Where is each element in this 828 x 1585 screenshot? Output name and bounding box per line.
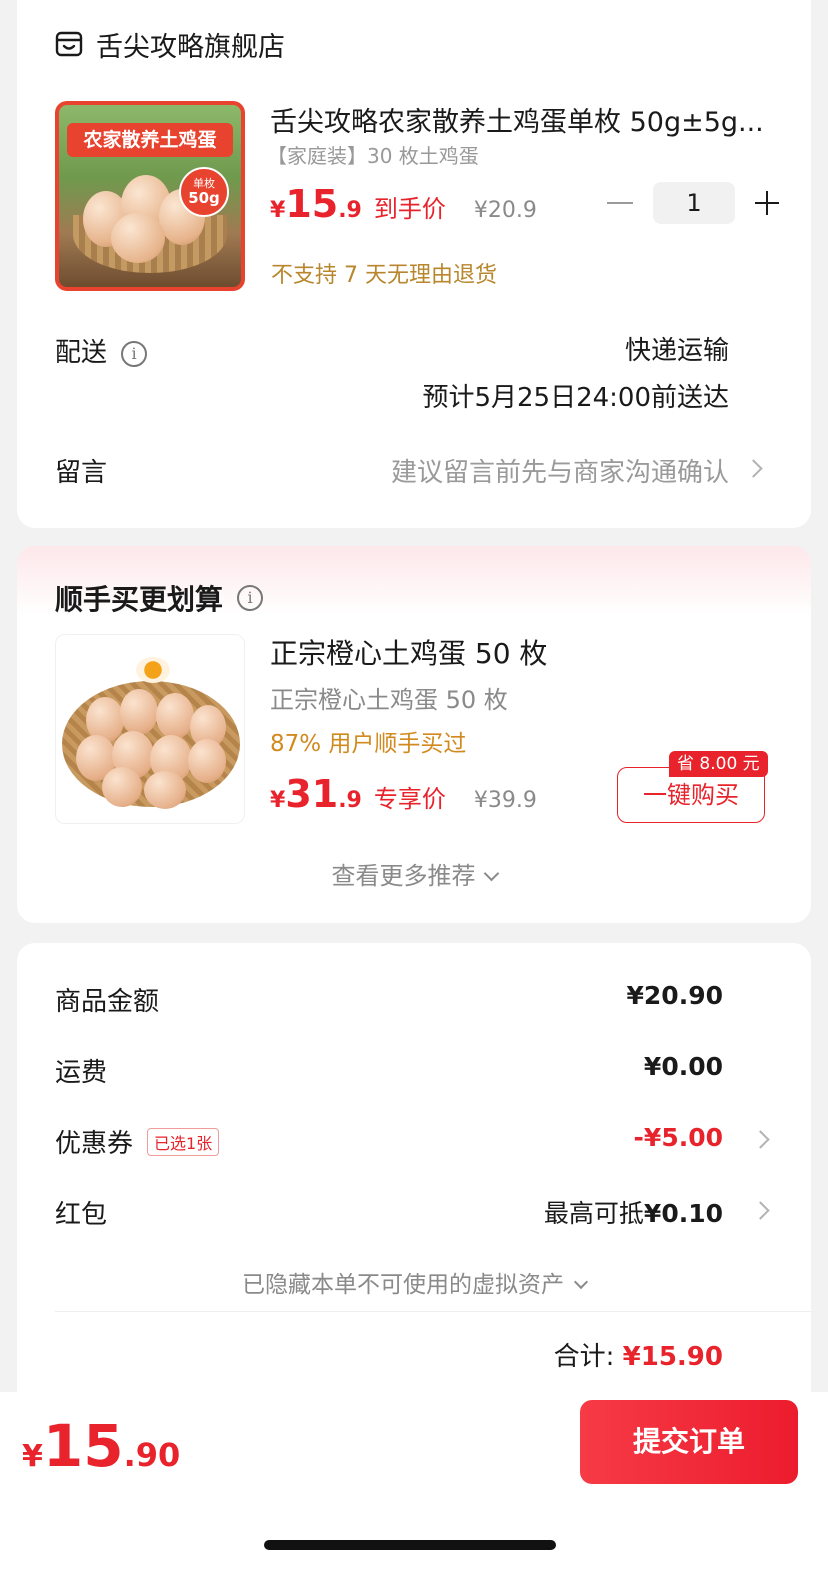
price-integer: 31 bbox=[285, 772, 339, 816]
store-name[interactable]: 舌尖攻略旗舰店 bbox=[96, 25, 285, 64]
product-image-banner: 农家散养土鸡蛋 bbox=[67, 123, 233, 157]
egg-graphic bbox=[144, 771, 186, 809]
product-image[interactable]: 农家散养土鸡蛋 单枚 50g bbox=[55, 101, 245, 291]
pay-currency: ¥ bbox=[22, 1439, 43, 1474]
divider bbox=[55, 1311, 811, 1312]
coupon-value[interactable]: -¥5.00 bbox=[634, 1123, 723, 1152]
red-packet-value-group[interactable]: 最高可抵¥0.10 bbox=[544, 1194, 723, 1230]
delivery-info: 快递运输 预计5月25日24:00前送达 bbox=[422, 330, 729, 414]
home-indicator[interactable] bbox=[264, 1540, 556, 1550]
price-tag: 专享价 bbox=[373, 785, 446, 813]
price-currency: ¥ bbox=[270, 198, 286, 223]
quantity-value[interactable]: 1 bbox=[653, 182, 735, 224]
egg-graphic bbox=[156, 693, 194, 739]
chevron-right-icon[interactable] bbox=[751, 1130, 770, 1149]
order-total: 合计: ¥15.90 bbox=[554, 1336, 723, 1373]
red-packet-prefix: 最高可抵 bbox=[543, 1199, 644, 1228]
weight-badge: 单枚 50g bbox=[179, 167, 229, 217]
goods-amount-label: 商品金额 bbox=[55, 987, 160, 1017]
yolk-graphic bbox=[136, 657, 170, 683]
recommend-title: 顺手买更划算 bbox=[55, 583, 224, 616]
store-icon bbox=[55, 31, 83, 57]
red-packet-value: ¥0.10 bbox=[643, 1199, 723, 1228]
red-packet-row[interactable]: 红包 最高可抵¥0.10 bbox=[55, 1194, 773, 1234]
price-integer: 15 bbox=[285, 182, 339, 226]
shipping-label: 运费 bbox=[55, 1058, 108, 1088]
recommend-title-row: 顺手买更划算 i bbox=[55, 578, 264, 618]
quantity-stepper: 1 bbox=[607, 182, 779, 224]
hidden-assets-label[interactable]: 已隐藏本单不可使用的虚拟资产 bbox=[242, 1272, 564, 1298]
red-packet-label: 红包 bbox=[55, 1200, 108, 1230]
egg-graphic bbox=[188, 739, 226, 783]
recommend-item-stat: 87% 用户顺手买过 bbox=[270, 731, 467, 757]
chevron-down-icon[interactable] bbox=[573, 1274, 589, 1290]
pay-amount: ¥ 15 .90 bbox=[22, 1412, 180, 1480]
chevron-right-icon[interactable] bbox=[751, 1201, 770, 1220]
delivery-method: 快递运输 bbox=[624, 336, 729, 366]
info-icon[interactable]: i bbox=[237, 585, 264, 611]
total-label: 合计: bbox=[553, 1342, 615, 1372]
egg-graphic bbox=[120, 689, 158, 735]
pay-integer: 15 bbox=[42, 1412, 124, 1480]
weight-badge-value: 50g bbox=[188, 189, 220, 207]
more-recommendations-link[interactable]: 查看更多推荐 bbox=[17, 856, 811, 891]
shipping-row: 运费 ¥0.00 bbox=[55, 1052, 773, 1092]
product-title[interactable]: 舌尖攻略农家散养土鸡蛋单枚 50g±5g... bbox=[270, 100, 770, 139]
delivery-label: 配送 bbox=[55, 338, 108, 368]
total-value: ¥15.90 bbox=[622, 1342, 723, 1372]
delivery-label-row: 配送 i bbox=[55, 332, 148, 369]
goods-amount-row: 商品金额 ¥20.90 bbox=[55, 981, 773, 1021]
more-recommendations-label[interactable]: 查看更多推荐 bbox=[332, 862, 476, 890]
recommend-item-name[interactable]: 正宗橙心土鸡蛋 50 枚 bbox=[270, 632, 547, 672]
checkout-bar: ¥ 15 .90 提交订单 bbox=[0, 1392, 828, 1585]
recommend-item-price: ¥ 31 .9 专享价 ¥39.9 bbox=[270, 772, 537, 816]
chevron-down-icon[interactable] bbox=[483, 865, 499, 882]
product-spec[interactable]: 【家庭装】30 枚土鸡蛋 bbox=[267, 140, 479, 169]
info-icon[interactable]: i bbox=[121, 340, 148, 367]
shipping-value: ¥0.00 bbox=[643, 1052, 723, 1081]
price-decimal: .9 bbox=[338, 198, 362, 223]
coupon-selected-badge: 已选1张 bbox=[147, 1127, 220, 1156]
savings-badge: 省 8.00 元 bbox=[669, 751, 768, 777]
hidden-assets-toggle[interactable]: 已隐藏本单不可使用的虚拟资产 bbox=[17, 1265, 811, 1299]
price-currency: ¥ bbox=[270, 788, 286, 813]
price-decimal: .9 bbox=[338, 788, 362, 813]
plus-icon[interactable] bbox=[755, 191, 779, 215]
recommend-card: 顺手买更划算 i 正宗橙心土鸡蛋 50 枚 正宗橙心土鸡蛋 50 枚 87% 用户… bbox=[17, 546, 811, 923]
minus-icon[interactable] bbox=[607, 202, 633, 204]
recommend-item-image[interactable] bbox=[55, 634, 245, 824]
price-tag: 到手价 bbox=[373, 195, 446, 223]
egg-graphic bbox=[111, 213, 165, 263]
return-policy-note: 不支持 7 天无理由退货 bbox=[271, 263, 497, 288]
goods-amount-value: ¥20.90 bbox=[626, 981, 723, 1010]
coupon-row[interactable]: 优惠券 已选1张 -¥5.00 bbox=[55, 1123, 773, 1163]
chevron-right-icon[interactable] bbox=[744, 459, 763, 478]
product-price: ¥ 15 .9 到手价 ¥20.9 bbox=[270, 182, 537, 226]
message-input[interactable]: 建议留言前先与商家沟通确认 bbox=[391, 452, 729, 489]
original-price: ¥20.9 bbox=[473, 198, 537, 223]
order-card: 舌尖攻略旗舰店 农家散养土鸡蛋 单枚 50g 舌尖攻略农家散养土鸡蛋单枚 50g… bbox=[17, 0, 811, 528]
pay-decimal: .90 bbox=[123, 1436, 181, 1474]
summary-card: 商品金额 ¥20.90 运费 ¥0.00 优惠券 已选1张 -¥5.00 红包 … bbox=[17, 943, 811, 1413]
coupon-label: 优惠券 bbox=[55, 1129, 134, 1159]
submit-order-button[interactable]: 提交订单 bbox=[580, 1400, 798, 1484]
original-price: ¥39.9 bbox=[473, 788, 537, 813]
egg-graphic bbox=[102, 767, 142, 807]
recommend-item-subtitle: 正宗橙心土鸡蛋 50 枚 bbox=[270, 686, 508, 714]
coupon-label-group: 优惠券 已选1张 bbox=[55, 1123, 220, 1160]
store-header[interactable]: 舌尖攻略旗舰店 bbox=[54, 24, 285, 64]
delivery-eta: 预计5月25日24:00前送达 bbox=[422, 383, 729, 413]
message-label: 留言 bbox=[55, 458, 108, 488]
